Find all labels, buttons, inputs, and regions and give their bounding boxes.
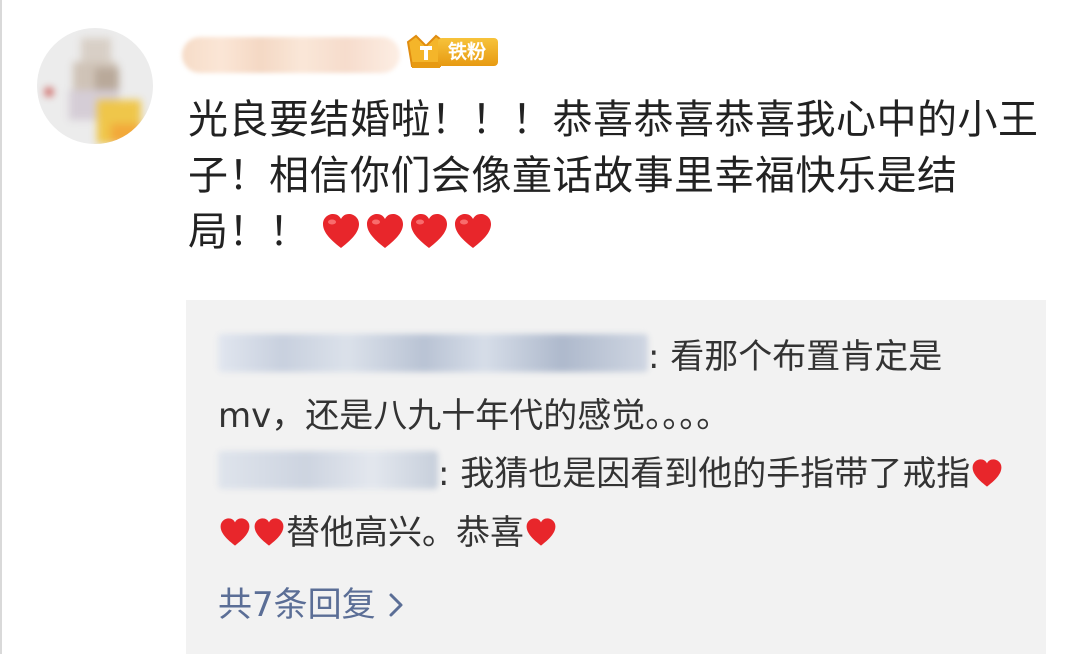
reply-author-blurred[interactable]: [218, 334, 648, 372]
heart-icon: [410, 214, 447, 248]
badge-label: 铁粉: [438, 38, 498, 66]
heart-icon: [366, 214, 403, 248]
reply-item[interactable]: : 我猜也是因看到他的手指带了戒指替他高兴。恭喜: [218, 445, 1018, 563]
heart-icon: [220, 518, 250, 546]
heart-icon: [254, 518, 284, 546]
reply-text: : 我猜也是因看到他的手指带了戒指: [438, 454, 971, 494]
heart-emoji-group: [320, 211, 494, 251]
view-more-replies-link[interactable]: 共7条回复: [218, 580, 406, 630]
comment-text: 光良要结婚啦！！！恭喜恭喜恭喜我心中的小王子！相信你们会像童话故事里幸福快乐是结…: [188, 97, 1039, 255]
comment-body: 光良要结婚啦！！！恭喜恭喜恭喜我心中的小王子！相信你们会像童话故事里幸福快乐是结…: [188, 92, 1048, 260]
heart-icon: [454, 214, 491, 248]
chevron-right-icon: [389, 593, 403, 617]
heart-icon: [322, 214, 359, 248]
heart-icon: [526, 518, 556, 546]
avatar-image: [37, 28, 153, 144]
left-border: [0, 0, 2, 654]
reply-item[interactable]: : 看那个布置肯定是mv，还是八九十年代的感觉。。。。: [218, 328, 1018, 446]
replies-panel: : 看那个布置肯定是mv，还是八九十年代的感觉。。。。 : 我猜也是因看到他的手…: [186, 300, 1046, 654]
username-blurred[interactable]: [182, 37, 400, 73]
reply-author-blurred[interactable]: [218, 451, 438, 489]
more-replies-label: 共7条回复: [218, 585, 376, 625]
avatar[interactable]: [37, 28, 153, 144]
reply-text: 替他高兴。恭喜: [286, 513, 524, 553]
heart-icon: [972, 459, 1002, 487]
